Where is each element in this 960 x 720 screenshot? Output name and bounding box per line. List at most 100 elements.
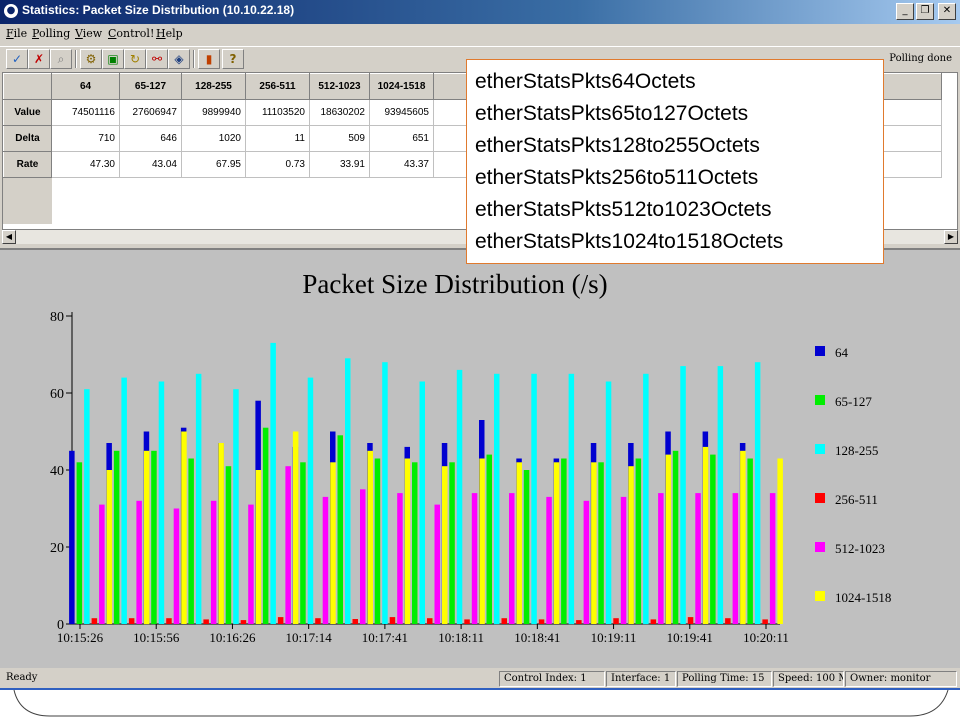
bar-512-1023 <box>509 493 515 624</box>
column-header[interactable]: 256-511 <box>245 73 310 100</box>
check-icon[interactable]: ✓ <box>6 49 28 69</box>
column-header[interactable]: 128-255 <box>181 73 246 100</box>
table-cell[interactable]: 710 <box>51 125 120 152</box>
cross-icon[interactable]: ✗ <box>28 49 50 69</box>
bar-128-255 <box>456 369 463 624</box>
menu-help[interactable]: Help <box>156 27 183 40</box>
bar-65-127 <box>300 462 306 624</box>
link-icon[interactable]: ⚯ <box>146 49 168 69</box>
bar-512-1023 <box>397 493 403 624</box>
bar-65-127 <box>412 462 418 624</box>
bar-512-1023 <box>732 493 739 624</box>
app-icon[interactable]: ● <box>4 4 18 18</box>
bar-128-255 <box>382 362 388 624</box>
bar-128-255 <box>680 366 686 624</box>
menu-control[interactable]: Control! <box>108 27 154 40</box>
legend-label: 128-255 <box>835 443 878 458</box>
bar-256-511 <box>725 618 731 624</box>
bar-65-127 <box>598 462 604 624</box>
bar-65-127 <box>76 462 83 624</box>
bar-512-1023 <box>285 466 291 624</box>
bar-65-127 <box>710 454 716 624</box>
row-header[interactable]: Value <box>3 99 52 126</box>
bar-65-127 <box>151 450 157 625</box>
bar-65-127 <box>337 435 343 624</box>
bar-256-511 <box>128 618 135 624</box>
maximize-button[interactable]: ❐ <box>916 3 934 20</box>
scroll-left-icon[interactable]: ◀ <box>2 230 16 244</box>
x-tick-label: 10:19:11 <box>591 630 637 645</box>
bar-512-1023 <box>173 508 180 624</box>
status-ready: Ready <box>6 672 38 683</box>
table-cell[interactable]: 43.37 <box>369 151 434 178</box>
table-cell[interactable]: 1020 <box>181 125 246 152</box>
bar-512-1023 <box>360 489 366 625</box>
table-cell[interactable]: 11103520 <box>245 99 310 126</box>
table-cell[interactable]: 43.04 <box>119 151 182 178</box>
refresh-icon[interactable]: ↻ <box>124 49 146 69</box>
status-interface: Interface: 1 <box>606 671 676 687</box>
menu-file[interactable]: File <box>6 27 27 40</box>
table-cell[interactable]: 651 <box>369 125 434 152</box>
table-cell[interactable]: 646 <box>119 125 182 152</box>
bar-256-511 <box>687 617 694 624</box>
bar-1024-1518 <box>330 462 336 624</box>
table-cell[interactable]: 9899940 <box>181 99 246 126</box>
bar-1024-1518 <box>740 450 746 625</box>
graph-icon[interactable]: ◈ <box>168 49 190 69</box>
bar-65-127 <box>374 458 381 624</box>
table-cell[interactable]: 11 <box>245 125 310 152</box>
bar-1024-1518 <box>665 454 672 624</box>
bar-256-511 <box>166 618 172 624</box>
table-cell[interactable]: 74501116 <box>51 99 120 126</box>
window-title: Statistics: Packet Size Distribution (10… <box>22 3 295 17</box>
grid-corner <box>3 73 52 100</box>
table-cell[interactable]: 93945605 <box>369 99 434 126</box>
bar-1024-1518 <box>181 431 187 624</box>
table-cell[interactable]: 33.91 <box>309 151 370 178</box>
row-header-empty <box>3 177 52 224</box>
column-header[interactable]: 512-1023 <box>309 73 370 100</box>
callout-line: etherStatsPkts1024to1518Octets <box>475 230 784 253</box>
menu-polling[interactable]: Polling <box>32 27 70 40</box>
scroll-right-icon[interactable]: ▶ <box>944 230 958 244</box>
bar-65-127 <box>672 450 679 625</box>
bar-128-255 <box>121 377 127 624</box>
bar-65-127 <box>262 427 269 624</box>
bucket-icon[interactable]: ▣ <box>102 49 124 69</box>
help-icon[interactable]: ? <box>222 49 244 69</box>
callout-line: etherStatsPkts512to1023Octets <box>475 198 772 221</box>
minimize-button[interactable]: _ <box>896 3 914 20</box>
y-tick-label: 40 <box>50 464 64 479</box>
tool-icon[interactable]: ⚙ <box>80 49 102 69</box>
bar-chart-icon[interactable]: ▮ <box>198 49 220 69</box>
table-cell[interactable]: 67.95 <box>181 151 246 178</box>
bar-256-511 <box>576 620 582 624</box>
table-cell[interactable]: 27606947 <box>119 99 182 126</box>
legend-swatch <box>815 395 825 405</box>
status-speed: Speed: 100 M <box>773 671 844 687</box>
column-header[interactable]: 64 <box>51 73 120 100</box>
row-header[interactable]: Delta <box>3 125 52 152</box>
x-tick-label: 10:18:41 <box>514 630 560 645</box>
table-cell[interactable]: 0.73 <box>245 151 310 178</box>
menu-bar: File Polling View Control! Help <box>0 24 960 44</box>
bar-512-1023 <box>658 493 664 624</box>
menu-view[interactable]: View <box>75 27 102 40</box>
y-tick-label: 80 <box>50 310 64 325</box>
close-button[interactable]: ✕ <box>938 3 956 20</box>
bar-65-127 <box>523 470 530 624</box>
bar-256-511 <box>240 620 247 624</box>
column-header[interactable]: 65-127 <box>119 73 182 100</box>
table-cell[interactable]: 509 <box>309 125 370 152</box>
bar-512-1023 <box>695 493 701 624</box>
bar-256-511 <box>389 617 396 624</box>
row-header[interactable]: Rate <box>3 151 52 178</box>
table-cell[interactable]: 18630202 <box>309 99 370 126</box>
title-bar[interactable]: ● Statistics: Packet Size Distribution (… <box>0 0 960 24</box>
table-cell[interactable]: 47.30 <box>51 151 120 178</box>
bar-1024-1518 <box>777 458 783 624</box>
bar-65-127 <box>747 458 753 624</box>
magnifier-icon[interactable]: ⌕ <box>50 49 72 69</box>
column-header[interactable]: 1024-1518 <box>369 73 434 100</box>
